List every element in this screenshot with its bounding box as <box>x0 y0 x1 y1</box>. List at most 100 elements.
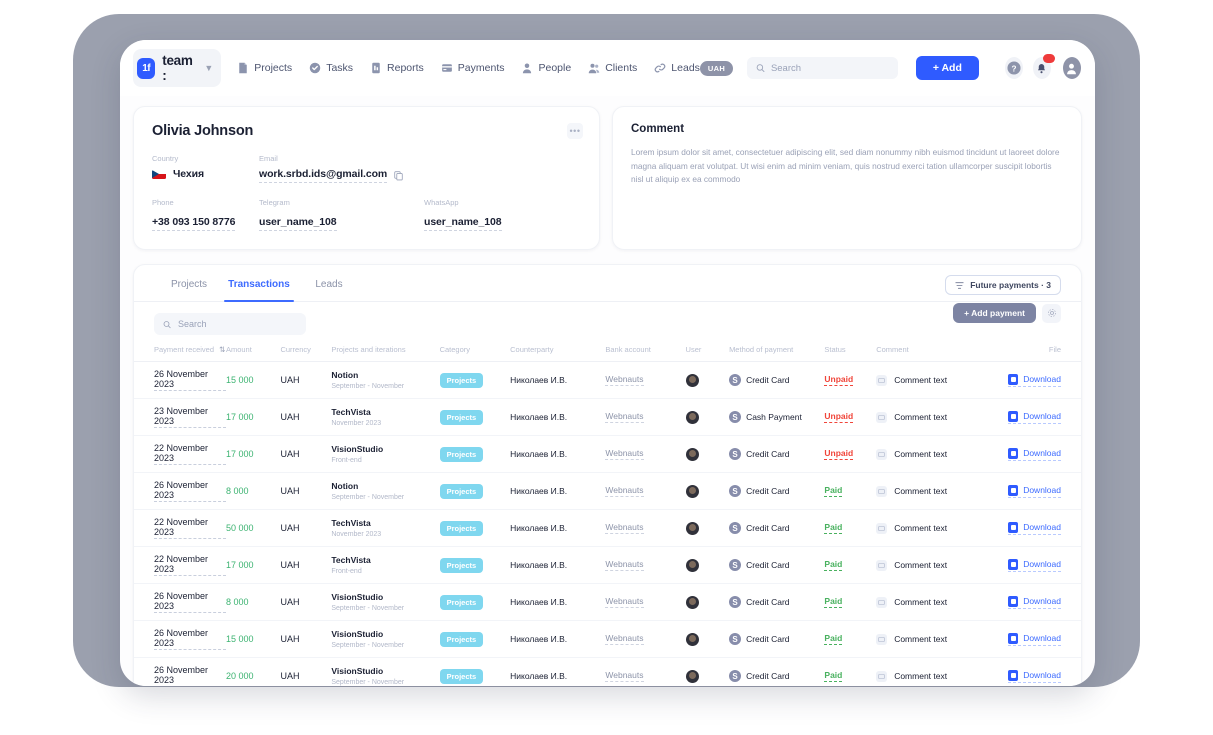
col-bank-account[interactable]: Bank account <box>605 345 685 362</box>
bank-account-link[interactable]: Webnauts <box>605 522 644 534</box>
payment-date[interactable]: 22 November 2023 <box>154 517 226 539</box>
download-link[interactable]: Download <box>1008 410 1061 424</box>
help-button[interactable]: ? <box>1004 57 1023 79</box>
nav-item-reports[interactable]: Reports <box>370 62 424 74</box>
tab-leads[interactable]: Leads <box>294 265 364 301</box>
avatar[interactable] <box>685 669 699 683</box>
category-chip[interactable]: Projects <box>439 594 484 610</box>
status-badge[interactable]: Paid <box>824 633 843 645</box>
status-badge[interactable]: Paid <box>824 522 843 534</box>
col-status[interactable]: Status <box>824 345 876 362</box>
profile-menu-button[interactable]: ••• <box>567 123 583 139</box>
table-row[interactable]: 26 November 2023 15 000 UAH Notion September… <box>134 362 1081 399</box>
col-amount[interactable]: Amount <box>226 345 280 362</box>
nav-item-people[interactable]: People <box>521 62 571 74</box>
col-method-of-payment[interactable]: Method of payment <box>729 345 824 362</box>
table-row[interactable]: 26 November 2023 8 000 UAH Notion September … <box>134 473 1081 510</box>
table-row[interactable]: 22 November 2023 50 000 UAH TechVista Novemb… <box>134 510 1081 547</box>
bank-account-link[interactable]: Webnauts <box>605 448 644 460</box>
currency-badge[interactable]: UAH <box>699 60 734 76</box>
category-chip[interactable]: Projects <box>439 668 484 684</box>
download-link[interactable]: Download <box>1008 521 1061 535</box>
user-avatar[interactable] <box>1062 57 1081 79</box>
bank-account-link[interactable]: Webnauts <box>605 633 644 645</box>
global-search-input[interactable] <box>770 62 889 74</box>
avatar[interactable] <box>685 373 699 387</box>
category-chip[interactable]: Projects <box>439 520 484 536</box>
avatar[interactable] <box>685 410 699 424</box>
col-counterparty[interactable]: Counterparty <box>510 345 605 362</box>
nav-item-payments[interactable]: Payments <box>441 62 504 74</box>
nav-item-leads[interactable]: Leads <box>654 62 700 74</box>
payment-date[interactable]: 22 November 2023 <box>154 554 226 576</box>
add-button[interactable]: + Add <box>915 56 979 80</box>
avatar[interactable] <box>685 521 699 535</box>
table-row[interactable]: 26 November 2023 15 000 UAH VisionStudio Sep… <box>134 621 1081 658</box>
table-row[interactable]: 26 November 2023 8 000 UAH VisionStudio Sept… <box>134 584 1081 621</box>
copy-icon[interactable] <box>393 170 404 181</box>
download-link[interactable]: Download <box>1008 558 1061 572</box>
status-badge[interactable]: Unpaid <box>824 448 854 460</box>
download-link[interactable]: Download <box>1008 632 1061 646</box>
col-payment-received[interactable]: Payment received ⇅ <box>134 345 226 362</box>
avatar[interactable] <box>685 484 699 498</box>
payment-date[interactable]: 26 November 2023 <box>154 628 226 650</box>
col-file[interactable]: File <box>1008 345 1081 362</box>
table-row[interactable]: 22 November 2023 17 000 UAH VisionStudio Fro… <box>134 436 1081 473</box>
table-row[interactable]: 26 November 2023 20 000 UAH VisionStudio Sep… <box>134 658 1081 687</box>
table-row[interactable]: 23 November 2023 17 000 UAH TechVista Novemb… <box>134 399 1081 436</box>
table-settings-button[interactable] <box>1042 303 1061 323</box>
status-badge[interactable]: Unpaid <box>824 411 854 423</box>
download-link[interactable]: Download <box>1008 669 1061 683</box>
payment-date[interactable]: 26 November 2023 <box>154 665 226 686</box>
nav-item-projects[interactable]: Projects <box>237 62 292 74</box>
payment-date[interactable]: 23 November 2023 <box>154 406 226 428</box>
download-link[interactable]: Download <box>1008 484 1061 498</box>
payment-date[interactable]: 26 November 2023 <box>154 480 226 502</box>
download-link[interactable]: Download <box>1008 373 1061 387</box>
table-search-input[interactable] <box>178 319 297 329</box>
category-chip[interactable]: Projects <box>439 372 484 388</box>
bank-account-link[interactable]: Webnauts <box>605 559 644 571</box>
category-chip[interactable]: Projects <box>439 557 484 573</box>
status-badge[interactable]: Paid <box>824 559 843 571</box>
category-chip[interactable]: Projects <box>439 446 484 462</box>
sort-icon[interactable]: ⇅ <box>219 345 225 354</box>
category-chip[interactable]: Projects <box>439 483 484 499</box>
payment-date[interactable]: 26 November 2023 <box>154 369 226 391</box>
status-badge[interactable]: Paid <box>824 485 843 497</box>
category-chip[interactable]: Projects <box>439 409 484 425</box>
global-search[interactable] <box>747 57 898 79</box>
avatar[interactable] <box>685 595 699 609</box>
bank-account-link[interactable]: Webnauts <box>605 411 644 423</box>
download-link[interactable]: Download <box>1008 595 1061 609</box>
notifications-button[interactable] <box>1032 54 1055 79</box>
nav-item-clients[interactable]: Clients <box>588 62 637 74</box>
col-user[interactable]: User <box>686 345 730 362</box>
payment-date[interactable]: 22 November 2023 <box>154 443 226 465</box>
tab-projects[interactable]: Projects <box>154 265 224 301</box>
add-payment-button[interactable]: + Add payment <box>953 303 1036 323</box>
bank-account-link[interactable]: Webnauts <box>605 596 644 608</box>
future-payments-filter[interactable]: Future payments · 3 <box>945 275 1061 295</box>
table-row[interactable]: 22 November 2023 17 000 UAH TechVista Front-… <box>134 547 1081 584</box>
col-projects-iterations[interactable]: Projects and iterations <box>331 345 439 362</box>
tab-transactions[interactable]: Transactions <box>224 265 294 302</box>
col-comment[interactable]: Comment <box>876 345 1008 362</box>
col-currency[interactable]: Currency <box>280 345 331 362</box>
col-category[interactable]: Category <box>440 345 511 362</box>
nav-item-tasks[interactable]: Tasks <box>309 62 353 74</box>
payment-date[interactable]: 26 November 2023 <box>154 591 226 613</box>
workspace-switcher[interactable]: 1f team : ▼ <box>133 49 222 87</box>
status-badge[interactable]: Paid <box>824 596 843 608</box>
avatar[interactable] <box>685 447 699 461</box>
bank-account-link[interactable]: Webnauts <box>605 374 644 386</box>
table-search[interactable] <box>154 313 306 335</box>
avatar[interactable] <box>685 558 699 572</box>
download-link[interactable]: Download <box>1008 447 1061 461</box>
category-chip[interactable]: Projects <box>439 631 484 647</box>
status-badge[interactable]: Unpaid <box>824 374 854 386</box>
bank-account-link[interactable]: Webnauts <box>605 485 644 497</box>
status-badge[interactable]: Paid <box>824 670 843 682</box>
avatar[interactable] <box>685 632 699 646</box>
